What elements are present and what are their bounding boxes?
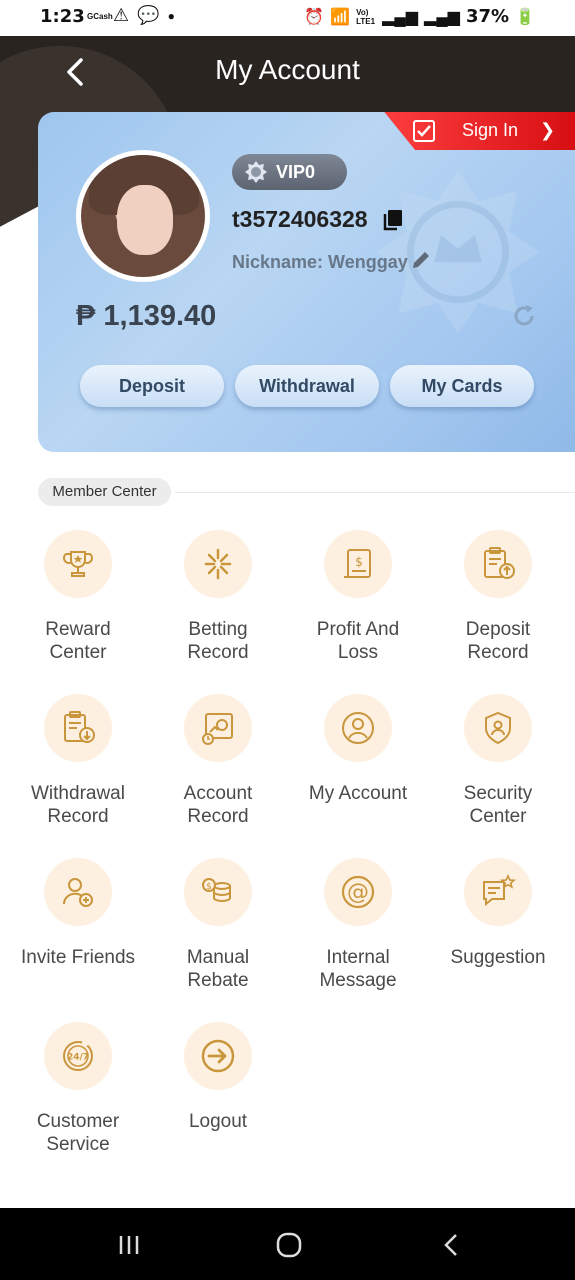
menu-icon-circle — [464, 858, 532, 926]
alarm-icon: ⏰ — [304, 8, 325, 26]
menu-icon-circle — [464, 694, 532, 762]
menu-icon-circle — [184, 1022, 252, 1090]
support-24-7-icon: 24/7 — [63, 1041, 93, 1071]
menu-icon-circle: $ — [184, 858, 252, 926]
menu-icon-circle — [184, 694, 252, 762]
menu-item-my-account[interactable]: My Account — [288, 694, 428, 805]
user-icon — [342, 712, 374, 744]
at-icon: @ — [341, 875, 375, 909]
menu-icon-circle — [184, 530, 252, 598]
copy-icon[interactable] — [382, 208, 404, 232]
trophy-icon — [63, 551, 93, 577]
menu-item-suggestion[interactable]: Suggestion — [428, 858, 568, 969]
menu-item-manual-rebate[interactable]: $ Manual Rebate — [148, 858, 288, 992]
signal-icon: ▂▄▆ — [382, 8, 419, 26]
page-title: My Account — [215, 54, 360, 85]
menu-item-label: Invite Friends — [20, 947, 136, 968]
lte-label: Vo) LTE1 — [356, 7, 376, 26]
menu-item-account-record[interactable]: Account Record — [148, 694, 288, 828]
wallet-balance: ₱ 1,139.40 — [76, 300, 217, 332]
system-back-button[interactable] — [436, 1230, 466, 1260]
status-time: 1:23 — [40, 6, 85, 27]
logout-icon — [201, 1039, 235, 1073]
home-icon — [276, 1232, 302, 1258]
menu-item-logout[interactable]: Logout — [148, 1022, 288, 1133]
member-center-title: Member Center — [38, 478, 171, 506]
betting-icon — [204, 548, 232, 580]
chat-bubble-icon: 💬 — [137, 5, 160, 25]
menu-icon-circle — [44, 694, 112, 762]
vip-badge: VIP0 — [232, 154, 347, 190]
username: t3572406328 — [232, 206, 368, 232]
battery-percent: 37% — [465, 6, 510, 27]
back-arrow-icon — [444, 1234, 457, 1256]
my-cards-button[interactable]: My Cards — [390, 365, 534, 407]
menu-icon-circle — [324, 694, 392, 762]
recent-apps-button[interactable] — [114, 1230, 144, 1260]
nickname: Nickname: Wenggay — [232, 252, 408, 272]
svg-text:$: $ — [206, 882, 212, 892]
menu-icon-circle — [44, 858, 112, 926]
menu-item-label: Customer Service — [36, 1111, 120, 1155]
menu-item-security-center[interactable]: Security Center — [428, 694, 568, 828]
recent-apps-icon — [119, 1236, 139, 1254]
status-bar: 1:23 GCash ⚠ 💬 ● ⏰ 📶 Vo) LTE1 ▂▄▆ ▂▄▆ 37… — [0, 0, 575, 36]
refresh-icon[interactable] — [510, 302, 538, 330]
rebate-icon: $ — [202, 878, 231, 902]
menu-item-invite-friends[interactable]: Invite Friends — [8, 858, 148, 969]
menu-item-label: Logout — [188, 1111, 248, 1132]
suggestion-icon — [483, 874, 517, 907]
menu-item-label: Suggestion — [450, 947, 546, 968]
invite-icon — [62, 878, 93, 907]
svg-text:24/7: 24/7 — [67, 1053, 89, 1063]
withdrawal-button[interactable]: Withdrawal — [235, 365, 379, 407]
menu-item-betting-record[interactable]: Betting Record — [148, 530, 288, 664]
menu-icon-circle — [44, 530, 112, 598]
svg-text:@: @ — [347, 880, 369, 905]
avatar[interactable] — [76, 150, 210, 282]
menu-item-customer-service[interactable]: 24/7 Customer Service — [8, 1022, 148, 1156]
warning-icon: ⚠ — [113, 5, 130, 25]
sign-in-label: Sign In — [462, 120, 519, 140]
menu-item-label: Profit And Loss — [316, 619, 400, 663]
gcash-notification-icon: GCash — [87, 12, 113, 21]
vip-level: VIP0 — [276, 162, 316, 182]
menu-item-label: Internal Message — [319, 947, 397, 991]
menu-item-deposit-record[interactable]: Deposit Record — [428, 530, 568, 664]
menu-icon-circle: 24/7 — [44, 1022, 112, 1090]
chevron-right-icon: ❯ — [540, 120, 556, 140]
menu-item-label: Security Center — [463, 783, 533, 827]
checkbox-icon — [413, 120, 435, 142]
deposit-button[interactable]: Deposit — [80, 365, 224, 407]
menu-item-label: Withdrawal Record — [31, 783, 125, 827]
profit-loss-icon: $ — [344, 549, 371, 578]
withdrawal-record-icon — [64, 711, 95, 743]
home-button[interactable] — [274, 1230, 304, 1260]
menu-item-reward-center[interactable]: Reward Center — [8, 530, 148, 664]
menu-item-label: Manual Rebate — [186, 947, 250, 991]
menu-item-label: Betting Record — [187, 619, 249, 663]
battery-icon: 🔋 — [515, 8, 535, 26]
dot-icon: ● — [167, 9, 175, 23]
menu-icon-circle: $ — [324, 530, 392, 598]
menu-item-label: Account Record — [183, 783, 253, 827]
menu-item-label: Deposit Record — [465, 619, 531, 663]
signal-icon-2: ▂▄▆ — [424, 8, 460, 26]
menu-item-internal-message[interactable]: @ Internal Message — [288, 858, 428, 992]
menu-item-label: Reward Center — [45, 619, 111, 663]
menu-item-withdrawal-record[interactable]: Withdrawal Record — [8, 694, 148, 828]
account-record-icon — [202, 713, 233, 745]
deposit-record-icon — [484, 547, 515, 579]
wifi-icon: 📶 — [330, 8, 351, 26]
menu-icon-circle — [464, 530, 532, 598]
menu-item-label: My Account — [308, 783, 408, 804]
system-nav-bar — [0, 1208, 575, 1280]
shield-icon — [485, 711, 511, 745]
svg-text:$: $ — [355, 555, 363, 569]
pencil-edit-icon[interactable] — [410, 249, 432, 271]
menu-icon-circle: @ — [324, 858, 392, 926]
vip-medal-icon — [245, 161, 267, 183]
menu-item-profit-and-loss[interactable]: $ Profit And Loss — [288, 530, 428, 664]
